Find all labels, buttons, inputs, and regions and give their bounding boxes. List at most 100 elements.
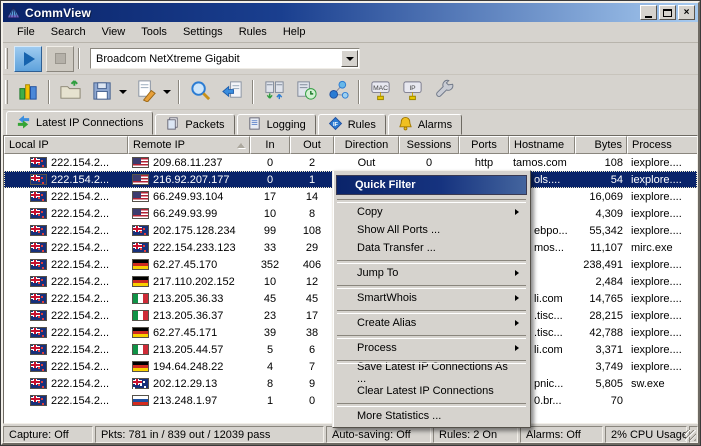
column-header-ports[interactable]: Ports	[459, 136, 509, 154]
column-header-bytes[interactable]: Bytes	[575, 136, 627, 154]
cell-text: 99	[264, 225, 276, 237]
column-header-in[interactable]: In	[250, 136, 290, 154]
node-graph-icon	[327, 79, 350, 105]
save-button[interactable]	[87, 79, 117, 106]
resize-grip[interactable]	[689, 426, 698, 443]
menu-item-show-all-ports[interactable]: Show All Ports ...	[335, 221, 528, 239]
process-cell: iexplore....	[627, 259, 698, 271]
menubar-item-file[interactable]: File	[9, 22, 43, 42]
flag-nz-icon	[30, 208, 47, 219]
play-icon	[24, 52, 35, 66]
toolbar-gripper[interactable]	[5, 80, 8, 104]
menubar: FileSearchViewToolsSettingsRulesHelp	[3, 22, 698, 43]
cell-text: 222.154.2...	[51, 259, 109, 271]
menubar-item-rules[interactable]: Rules	[231, 22, 275, 42]
in-cell: 1	[250, 395, 290, 407]
column-header-label: Direction	[345, 139, 388, 151]
stop-capture-button[interactable]	[46, 46, 74, 72]
submenu-arrow-icon	[515, 270, 519, 276]
menu-separator	[337, 357, 526, 364]
tab-alarms[interactable]: Alarms	[388, 114, 462, 135]
search-button[interactable]	[185, 79, 215, 106]
adapter-combobox[interactable]: Broadcom NetXtreme Gigabit	[90, 48, 360, 69]
local-ip-cell: 222.154.2...	[4, 276, 128, 288]
tab-packets[interactable]: Packets	[155, 114, 234, 135]
tab-label: Logging	[267, 119, 306, 131]
menubar-item-view[interactable]: View	[94, 22, 134, 42]
in-cell: 10	[250, 276, 290, 288]
minimize-icon	[645, 16, 652, 18]
tab-rules[interactable]: IFRules	[318, 114, 386, 135]
tab-label: Rules	[348, 119, 376, 131]
clear-button[interactable]	[131, 79, 161, 106]
toolbar-gripper[interactable]	[5, 48, 8, 70]
process-cell: iexplore....	[627, 361, 698, 373]
menubar-item-settings[interactable]: Settings	[175, 22, 231, 42]
menu-item-process[interactable]: Process	[335, 339, 528, 357]
table-row[interactable]: 222.154.2...209.68.11.23702Out0httptamos…	[4, 154, 697, 171]
column-header-local-ip[interactable]: Local IP	[4, 136, 128, 154]
statistics-clock-button[interactable]	[291, 79, 321, 106]
in-cell: 0	[250, 157, 290, 169]
minimize-button[interactable]	[640, 5, 657, 20]
settings-wrench-icon	[433, 79, 456, 105]
open-folder-button[interactable]	[55, 79, 85, 106]
process-cell: iexplore....	[627, 310, 698, 322]
menu-item-create-alias[interactable]: Create Alias	[335, 314, 528, 332]
bytes-cell: 108	[575, 157, 627, 169]
cell-text: 28,215	[589, 310, 623, 322]
cell-text: 29	[306, 242, 318, 254]
remote-ip-cell: 66.249.93.104	[128, 191, 250, 203]
column-header-direction[interactable]: Direction	[334, 136, 399, 154]
cell-text: 5	[267, 344, 273, 356]
tab-logging[interactable]: Logging	[237, 114, 316, 135]
tab-latest-ip-connections[interactable]: Latest IP Connections	[6, 111, 153, 135]
network-traffic-button[interactable]	[259, 79, 289, 106]
adapter-combobox-arrow[interactable]	[341, 50, 358, 67]
statistics-clock-icon	[295, 79, 318, 105]
go-to-packet-button[interactable]	[217, 79, 247, 106]
menu-item-copy[interactable]: Copy	[335, 203, 528, 221]
ip-addresses-button[interactable]: IP	[397, 79, 427, 106]
cell-text: 222.154.2...	[51, 361, 109, 373]
menu-item-data-transfer[interactable]: Data Transfer ...	[335, 239, 528, 257]
menu-item-clear-latest-ip-connections[interactable]: Clear Latest IP Connections	[335, 382, 528, 400]
go-to-packet-icon	[221, 79, 244, 105]
bytes-cell: 42,788	[575, 327, 627, 339]
menu-item-quick-filter[interactable]: Quick Filter	[336, 175, 527, 195]
in-cell: 23	[250, 310, 290, 322]
bar-chart-button[interactable]	[13, 79, 43, 106]
column-header-label: Local IP	[9, 139, 49, 151]
menubar-item-search[interactable]: Search	[43, 22, 94, 42]
cell-text: 222.154.2...	[51, 157, 109, 169]
cell-text: 38	[306, 327, 318, 339]
cell-text: iexplore....	[631, 344, 682, 356]
maximize-button[interactable]	[659, 5, 676, 20]
chevron-down-icon[interactable]	[163, 90, 171, 94]
column-header-remote-ip[interactable]: Remote IP	[128, 136, 250, 154]
menu-item-more-statistics[interactable]: More Statistics ...	[335, 407, 528, 425]
column-header-process[interactable]: Process	[627, 136, 698, 154]
network-traffic-icon	[263, 79, 286, 105]
bytes-cell: 28,215	[575, 310, 627, 322]
close-button[interactable]: ×	[678, 5, 695, 20]
settings-wrench-button[interactable]	[429, 79, 459, 106]
local-ip-cell: 222.154.2...	[4, 378, 128, 390]
column-header-hostname[interactable]: Hostname	[509, 136, 575, 154]
chevron-down-icon[interactable]	[119, 90, 127, 94]
start-capture-button[interactable]	[14, 46, 42, 72]
titlebar[interactable]: CommView ×	[3, 3, 698, 22]
menubar-item-help[interactable]: Help	[275, 22, 314, 42]
node-graph-button[interactable]	[323, 79, 353, 106]
cell-text: 213.205.44.57	[153, 344, 223, 356]
column-header-out[interactable]: Out	[290, 136, 334, 154]
mac-addresses-button[interactable]: MAC	[365, 79, 395, 106]
menubar-item-tools[interactable]: Tools	[133, 22, 175, 42]
cell-text: 8	[267, 378, 273, 390]
menu-item-jump-to[interactable]: Jump To	[335, 264, 528, 282]
menu-item-save-latest-ip-connections-as[interactable]: Save Latest IP Connections As ...	[335, 364, 528, 382]
menu-item-smartwhois[interactable]: SmartWhois	[335, 289, 528, 307]
cell-text: 14	[306, 191, 318, 203]
column-header-sessions[interactable]: Sessions	[399, 136, 459, 154]
local-ip-cell: 222.154.2...	[4, 259, 128, 271]
